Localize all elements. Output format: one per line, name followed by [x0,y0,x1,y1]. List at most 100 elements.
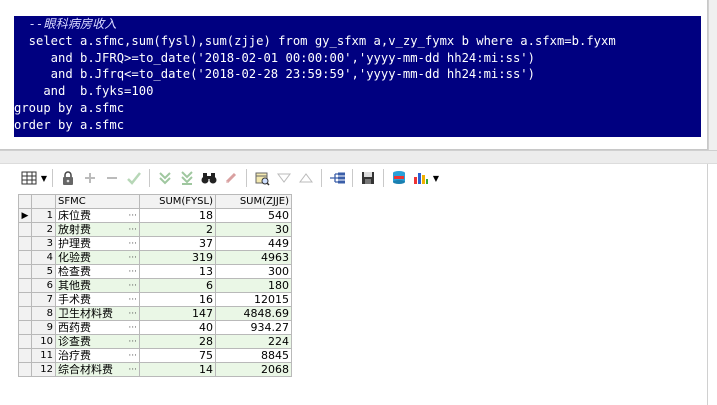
cell-sum-zjje[interactable]: 449 [215,236,292,251]
cell-sum-fysl[interactable]: 6 [139,278,216,293]
row-number[interactable]: 9 [31,320,56,335]
table-row[interactable]: 8 卫生材料费 ··· 147 4848.69 [18,306,292,321]
row-number[interactable]: 7 [31,292,56,307]
cell-sum-zjje[interactable]: 180 [215,278,292,293]
cell-sum-zjje[interactable]: 224 [215,334,292,349]
row-indicator[interactable] [18,264,32,279]
query-by-example-icon[interactable] [251,167,273,189]
table-row[interactable]: 2 放射费 ··· 2 30 [18,222,292,237]
cell-sum-zjje[interactable]: 540 [215,208,292,223]
cell-sfmc[interactable]: 卫生材料费 ··· [55,306,140,321]
row-indicator[interactable] [18,250,32,265]
cell-sfmc[interactable]: 护理费 ··· [55,236,140,251]
cell-sum-fysl[interactable]: 147 [139,306,216,321]
delete-record-icon[interactable] [101,167,123,189]
cell-editor-button[interactable]: ··· [128,280,137,292]
cell-editor-button[interactable]: ··· [128,238,137,250]
row-number[interactable]: 2 [31,222,56,237]
cell-sfmc[interactable]: 检查费 ··· [55,264,140,279]
chevron-down-icon[interactable]: ▼ [432,167,440,189]
cell-editor-button[interactable]: ··· [128,364,137,376]
table-row[interactable]: 10 诊查费 ··· 28 224 [18,334,292,349]
save-icon[interactable] [357,167,379,189]
filter-down-icon[interactable] [273,167,295,189]
row-number[interactable]: 3 [31,236,56,251]
clear-icon[interactable] [220,167,242,189]
row-number[interactable]: 6 [31,278,56,293]
result-grid[interactable]: SFMC SUM(FYSL) SUM(ZJJE) ▶ 1 床位费 ··· 18 540 2 放… [18,194,292,377]
row-number[interactable]: 11 [31,348,56,363]
chevron-down-icon[interactable]: ▼ [40,167,48,189]
row-indicator[interactable] [18,278,32,293]
cell-sfmc[interactable]: 西药费 ··· [55,320,140,335]
row-indicator[interactable] [18,292,32,307]
cell-sum-zjje[interactable]: 934.27 [215,320,292,335]
export-icon[interactable] [388,167,410,189]
cell-editor-button[interactable]: ··· [128,210,137,222]
cell-editor-button[interactable]: ··· [128,350,137,362]
row-number[interactable]: 5 [31,264,56,279]
column-header-sum-fysl[interactable]: SUM(FYSL) [139,194,216,209]
cell-sum-zjje[interactable]: 2068 [215,362,292,377]
cell-editor-button[interactable]: ··· [128,224,137,236]
cell-editor-button[interactable]: ··· [128,308,137,320]
row-indicator[interactable] [18,348,32,363]
cell-sum-fysl[interactable]: 2 [139,222,216,237]
cell-editor-button[interactable]: ··· [128,294,137,306]
row-indicator[interactable] [18,222,32,237]
cell-sum-zjje[interactable]: 4963 [215,250,292,265]
cell-sum-fysl[interactable]: 18 [139,208,216,223]
row-indicator[interactable] [18,320,32,335]
row-indicator[interactable]: ▶ [18,208,32,223]
row-number[interactable]: 1 [31,208,56,223]
cell-editor-button[interactable]: ··· [128,322,137,334]
cell-sum-fysl[interactable]: 40 [139,320,216,335]
table-row[interactable]: 5 检查费 ··· 13 300 [18,264,292,279]
cell-sum-fysl[interactable]: 75 [139,348,216,363]
tree-icon[interactable] [326,167,348,189]
cell-editor-button[interactable]: ··· [128,252,137,264]
cell-sfmc[interactable]: 治疗费 ··· [55,348,140,363]
table-row[interactable]: 9 西药费 ··· 40 934.27 [18,320,292,335]
column-header-sfmc[interactable]: SFMC [55,194,140,209]
sql-selection[interactable]: --眼科病房收入 select a.sfmc,sum(fysl),sum(zjj… [14,16,701,137]
editor-result-splitter[interactable] [0,150,717,164]
cell-sum-zjje[interactable]: 300 [215,264,292,279]
cell-sfmc[interactable]: 其他费 ··· [55,278,140,293]
grid-view-icon[interactable] [18,167,40,189]
cell-sum-fysl[interactable]: 319 [139,250,216,265]
cell-sum-fysl[interactable]: 16 [139,292,216,307]
table-row[interactable]: 6 其他费 ··· 6 180 [18,278,292,293]
cell-sum-fysl[interactable]: 14 [139,362,216,377]
table-row[interactable]: 3 护理费 ··· 37 449 [18,236,292,251]
fetch-all-icon[interactable] [176,167,198,189]
cell-sum-fysl[interactable]: 37 [139,236,216,251]
cell-sfmc[interactable]: 放射费 ··· [55,222,140,237]
cell-sfmc[interactable]: 化验费 ··· [55,250,140,265]
row-number[interactable]: 8 [31,306,56,321]
filter-up-icon[interactable] [295,167,317,189]
table-row[interactable]: ▶ 1 床位费 ··· 18 540 [18,208,292,223]
sql-editor[interactable]: --眼科病房收入 select a.sfmc,sum(fysl),sum(zjj… [0,0,708,150]
chart-icon[interactable] [410,167,432,189]
cell-sfmc[interactable]: 床位费 ··· [55,208,140,223]
add-record-icon[interactable] [79,167,101,189]
fetch-next-icon[interactable] [154,167,176,189]
lock-icon[interactable] [57,167,79,189]
column-header-sum-zjje[interactable]: SUM(ZJJE) [215,194,292,209]
cell-sum-zjje[interactable]: 4848.69 [215,306,292,321]
find-binoculars-icon[interactable] [198,167,220,189]
row-number[interactable]: 4 [31,250,56,265]
cell-sfmc[interactable]: 诊查费 ··· [55,334,140,349]
cell-sum-zjje[interactable]: 8845 [215,348,292,363]
cell-editor-button[interactable]: ··· [128,336,137,348]
cell-sum-zjje[interactable]: 30 [215,222,292,237]
row-indicator[interactable] [18,236,32,251]
table-row[interactable]: 11 治疗费 ··· 75 8845 [18,348,292,363]
cell-sum-fysl[interactable]: 28 [139,334,216,349]
cell-sum-fysl[interactable]: 13 [139,264,216,279]
row-indicator[interactable] [18,306,32,321]
editor-scrollbar[interactable] [708,0,717,150]
table-row[interactable]: 4 化验费 ··· 319 4963 [18,250,292,265]
row-number[interactable]: 12 [31,362,56,377]
